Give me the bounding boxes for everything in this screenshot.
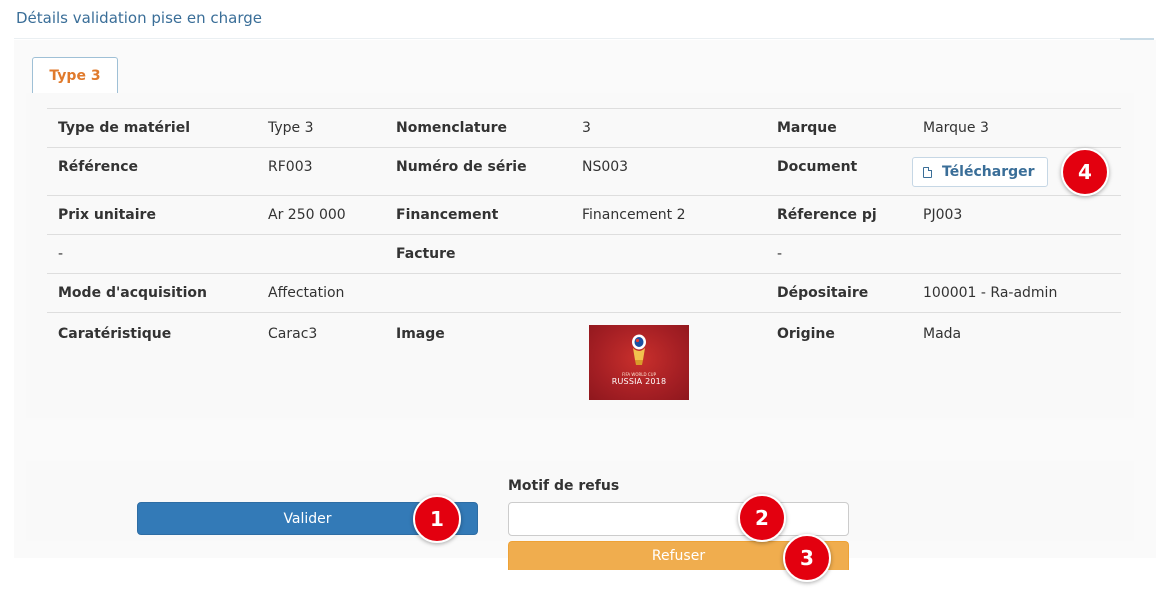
nomenclature-value: 3 (571, 108, 766, 148)
type-materiel-value: Type 3 (257, 108, 385, 148)
download-button-label: Télécharger (942, 164, 1035, 180)
prix-unitaire-label: Prix unitaire (47, 195, 257, 235)
origine-label: Origine (766, 312, 912, 427)
empty-value: - (766, 234, 912, 274)
material-image[interactable]: FIFA WORLD CUP RUSSIA 2018 (589, 325, 689, 400)
caracteristique-label: Caratéristique (47, 312, 257, 427)
table-row: Caratéristique Carac3 Image FIFA WORLD C… (47, 312, 1121, 427)
table-row: Type de matériel Type 3 Nomenclature 3 M… (47, 108, 1121, 148)
details-table: Type de matériel Type 3 Nomenclature 3 M… (47, 108, 1121, 427)
motif-refus-input[interactable] (508, 502, 849, 536)
annotation-marker-3: 3 (783, 534, 831, 582)
reference-value: RF003 (257, 147, 385, 196)
annotation-marker-2: 2 (738, 494, 786, 542)
table-row: - Facture - (47, 234, 1121, 274)
page-title: Détails validation pise en charge (16, 9, 262, 27)
image-caption: RUSSIA 2018 (611, 377, 667, 386)
type-materiel-label: Type de matériel (47, 108, 257, 148)
file-icon (923, 166, 932, 178)
table-row: Prix unitaire Ar 250 000 Financement Fin… (47, 195, 1121, 235)
numero-serie-label: Numéro de série (385, 147, 571, 196)
reference-pj-label: Réference pj (766, 195, 912, 235)
caracteristique-value: Carac3 (257, 312, 385, 427)
trophy-emblem-icon (632, 334, 646, 365)
depositaire-value: 100001 - Ra-admin (912, 273, 1121, 313)
header-divider (14, 38, 1154, 39)
annotation-marker-4: 4 (1061, 148, 1109, 196)
prix-unitaire-value: Ar 250 000 (257, 195, 385, 235)
nomenclature-label: Nomenclature (385, 108, 571, 148)
empty-value: - (47, 234, 257, 274)
depositaire-label: Dépositaire (766, 273, 912, 313)
numero-serie-value: NS003 (571, 147, 766, 196)
document-label: Document (766, 147, 912, 196)
image-cell: FIFA WORLD CUP RUSSIA 2018 (571, 312, 766, 427)
facture-label: Facture (385, 234, 571, 274)
mode-acquisition-value: Affectation (257, 273, 385, 313)
reference-label: Référence (47, 147, 257, 196)
reference-pj-value: PJ003 (912, 195, 1121, 235)
origine-value: Mada (912, 312, 1121, 427)
image-label: Image (385, 312, 571, 427)
download-button[interactable]: Télécharger (912, 157, 1048, 187)
tab-type-3[interactable]: Type 3 (32, 57, 118, 94)
motif-refus-label: Motif de refus (508, 478, 620, 494)
table-row: Mode d'acquisition Affectation Dépositai… (47, 273, 1121, 313)
financement-label: Financement (385, 195, 571, 235)
table-row: Référence RF003 Numéro de série NS003 Do… (47, 147, 1121, 196)
marque-label: Marque (766, 108, 912, 148)
annotation-marker-1: 1 (413, 495, 461, 543)
marque-value: Marque 3 (912, 108, 1121, 148)
financement-value: Financement 2 (571, 195, 766, 235)
mode-acquisition-label: Mode d'acquisition (47, 273, 257, 313)
